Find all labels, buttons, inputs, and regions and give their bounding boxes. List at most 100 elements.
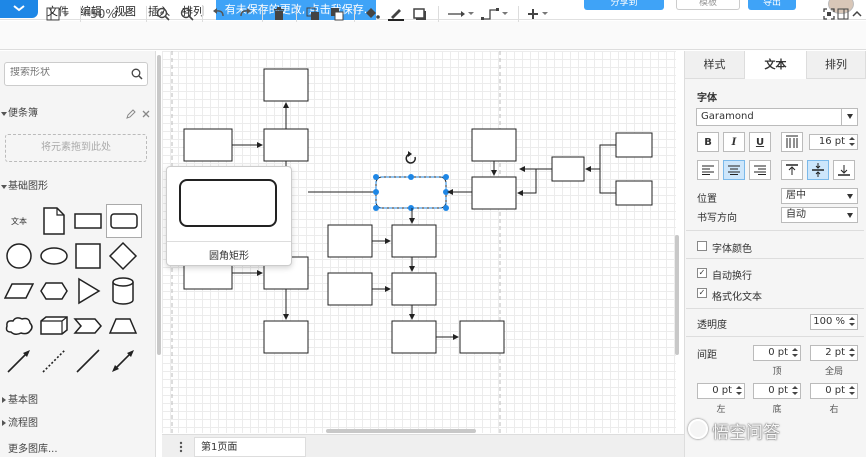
template-button[interactable]: 模板 [676, 0, 740, 10]
canvas-hscrollbar[interactable] [326, 429, 476, 433]
line-color-icon[interactable] [386, 5, 406, 23]
flow-node[interactable] [615, 132, 653, 158]
flow-node[interactable] [391, 224, 437, 258]
edit-icon[interactable] [126, 109, 136, 119]
shape-circle[interactable] [4, 241, 34, 271]
close-icon[interactable] [141, 109, 151, 119]
resize-handle[interactable] [373, 189, 379, 195]
resize-handle[interactable] [408, 205, 414, 211]
shape-search[interactable] [4, 62, 148, 86]
opacity-input[interactable]: 100 % [810, 314, 858, 330]
shape-rectangle[interactable] [73, 206, 103, 236]
more-libraries-link[interactable]: 更多图库... [8, 440, 58, 455]
connector[interactable] [585, 144, 616, 172]
section-scratchpad[interactable]: 便条簿 [0, 104, 154, 124]
shape-cylinder[interactable] [108, 276, 138, 306]
spacing-global-input[interactable]: 2 pt [810, 345, 858, 361]
align-bottom-icon[interactable] [833, 160, 855, 180]
resize-handle[interactable] [443, 205, 449, 211]
flow-node[interactable] [263, 128, 309, 162]
flow-node[interactable] [471, 128, 517, 162]
zoom-select[interactable]: 50% [88, 5, 134, 23]
page-menu-icon[interactable] [178, 441, 184, 456]
waypoint-style-icon[interactable] [480, 5, 510, 23]
rotate-handle-icon[interactable] [405, 151, 416, 164]
shape-ellipse[interactable] [39, 241, 69, 271]
stepper-icon[interactable] [792, 386, 798, 396]
align-right-icon[interactable] [749, 160, 771, 180]
share-button[interactable]: 分享到 [584, 0, 664, 10]
section-flowchart[interactable]: 流程图 [0, 414, 154, 434]
undo-icon[interactable] [210, 5, 228, 23]
stepper-icon[interactable] [849, 137, 855, 147]
shape-triangle[interactable] [73, 276, 103, 306]
spacing-left-input[interactable]: 0 pt [697, 383, 745, 399]
shape-square[interactable] [73, 241, 103, 271]
flow-node[interactable] [471, 176, 517, 210]
page-tab-1[interactable]: 第1页面 [194, 437, 306, 457]
spacing-right-input[interactable]: 0 pt [810, 383, 858, 399]
spacing-top-input[interactable]: 0 pt [753, 345, 801, 361]
resize-handle[interactable] [443, 174, 449, 180]
formatted-text-checkbox[interactable]: ✓ [697, 288, 707, 298]
flow-node[interactable] [263, 68, 309, 102]
align-left-icon[interactable] [697, 160, 719, 180]
canvas-vscrollbar[interactable] [675, 235, 679, 355]
align-middle-icon[interactable] [807, 160, 829, 180]
resize-handle[interactable] [373, 174, 379, 180]
zoom-in-icon[interactable] [154, 5, 172, 23]
position-select[interactable]: 居中 [781, 188, 858, 204]
flow-node[interactable] [551, 156, 585, 182]
connection-style-icon[interactable] [446, 5, 476, 23]
send-back-icon[interactable] [328, 5, 346, 23]
align-center-icon[interactable] [723, 160, 745, 180]
search-icon[interactable] [131, 68, 143, 80]
export-button[interactable]: 导出 [748, 0, 796, 10]
shape-cube[interactable] [39, 311, 69, 341]
shape-bidirectional-arrow[interactable] [108, 346, 138, 376]
shape-step[interactable] [73, 311, 103, 341]
auto-wrap-checkbox[interactable]: ✓ [697, 268, 707, 278]
shape-line[interactable] [73, 346, 103, 376]
font-size-input[interactable]: 16 pt [809, 134, 858, 150]
insert-plus-icon[interactable] [526, 5, 552, 23]
flow-node[interactable] [391, 320, 437, 354]
app-logo-icon[interactable] [0, 0, 38, 18]
shadow-icon[interactable] [410, 5, 430, 23]
fullscreen-icon[interactable] [822, 5, 836, 23]
font-family-select[interactable]: Garamond [696, 108, 858, 126]
shape-trapezoid[interactable] [108, 311, 138, 341]
shape-diamond[interactable] [108, 241, 138, 271]
flow-node[interactable] [391, 272, 437, 306]
delete-icon[interactable] [270, 5, 288, 23]
stepper-icon[interactable] [792, 348, 798, 358]
shape-cloud[interactable] [4, 311, 34, 341]
shape-dashed-line[interactable] [39, 346, 69, 376]
flow-node[interactable] [183, 128, 233, 162]
shape-rounded-rectangle[interactable] [106, 204, 142, 238]
scratchpad-dropzone[interactable]: 将元素拖到此处 [5, 134, 147, 162]
selected-rounded-rect[interactable] [375, 176, 447, 209]
resize-handle[interactable] [408, 174, 414, 180]
font-color-checkbox[interactable] [697, 241, 707, 251]
spacing-bottom-input[interactable]: 0 pt [753, 383, 801, 399]
resize-handle[interactable] [373, 205, 379, 211]
tab-style[interactable]: 样式 [685, 51, 745, 79]
underline-button[interactable]: U [749, 132, 771, 152]
shape-document[interactable] [39, 206, 69, 236]
fill-color-icon[interactable] [362, 5, 382, 23]
flow-node[interactable] [459, 320, 505, 354]
shape-text[interactable]: 文本 [4, 206, 34, 236]
flow-node[interactable] [615, 180, 653, 206]
search-input[interactable] [10, 67, 130, 78]
page-view-icon[interactable] [44, 5, 72, 23]
collapse-icon[interactable] [850, 5, 864, 23]
stepper-icon[interactable] [849, 317, 855, 327]
stepper-icon[interactable] [849, 386, 855, 396]
section-basic-shapes[interactable]: 基础图形 [0, 177, 154, 197]
redo-icon[interactable] [236, 5, 254, 23]
stepper-icon[interactable] [849, 348, 855, 358]
vertical-text-icon[interactable] [781, 132, 803, 152]
connector[interactable] [517, 168, 552, 196]
bring-front-icon[interactable] [304, 5, 322, 23]
